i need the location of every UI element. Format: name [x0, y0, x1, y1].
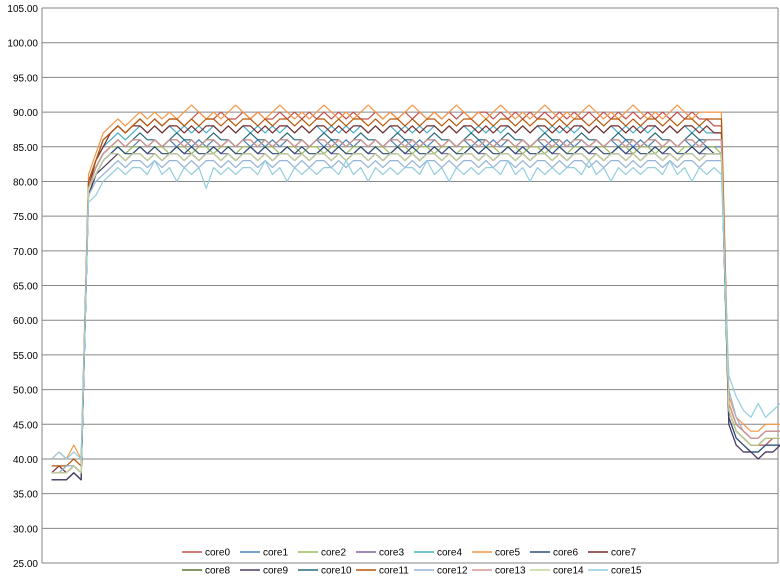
y-tick-label: 45.00 [13, 420, 38, 431]
chart-background [0, 0, 780, 586]
y-tick-label: 95.00 [13, 73, 38, 84]
line-chart: 25.00 30.00 35.00 40.00 45.00 50.00 55.00 60.00… [0, 0, 780, 586]
legend-label: core10 [321, 566, 352, 577]
y-tick-label: 35.00 [13, 490, 38, 501]
legend-label: core0 [205, 548, 230, 559]
legend-label: core13 [495, 566, 526, 577]
y-tick-label: 105.00 [7, 4, 38, 15]
legend-label: core2 [321, 548, 346, 559]
y-tick-label: 90.00 [13, 108, 38, 119]
y-tick-label: 30.00 [13, 524, 38, 535]
y-tick-label: 50.00 [13, 386, 38, 397]
legend-label: core4 [437, 548, 462, 559]
y-tick-label: 80.00 [13, 177, 38, 188]
legend-label: core14 [553, 566, 584, 577]
y-tick-label: 65.00 [13, 282, 38, 293]
legend-label: core3 [379, 548, 404, 559]
legend-label: core6 [553, 548, 578, 559]
legend-label: core8 [205, 566, 230, 577]
legend-label: core5 [495, 548, 520, 559]
y-tick-label: 75.00 [13, 212, 38, 223]
legend-label: core9 [263, 566, 288, 577]
legend-label: core15 [611, 566, 642, 577]
y-tick-label: 100.00 [7, 39, 38, 50]
legend-label: core7 [611, 548, 636, 559]
legend-label: core1 [263, 548, 288, 559]
legend-label: core11 [379, 566, 409, 577]
y-tick-label: 25.00 [13, 559, 38, 570]
y-tick-label: 85.00 [13, 143, 38, 154]
y-tick-label: 60.00 [13, 316, 38, 327]
y-tick-label: 40.00 [13, 455, 38, 466]
legend-label: core12 [437, 566, 468, 577]
y-tick-label: 55.00 [13, 351, 38, 362]
y-tick-label: 70.00 [13, 247, 38, 258]
